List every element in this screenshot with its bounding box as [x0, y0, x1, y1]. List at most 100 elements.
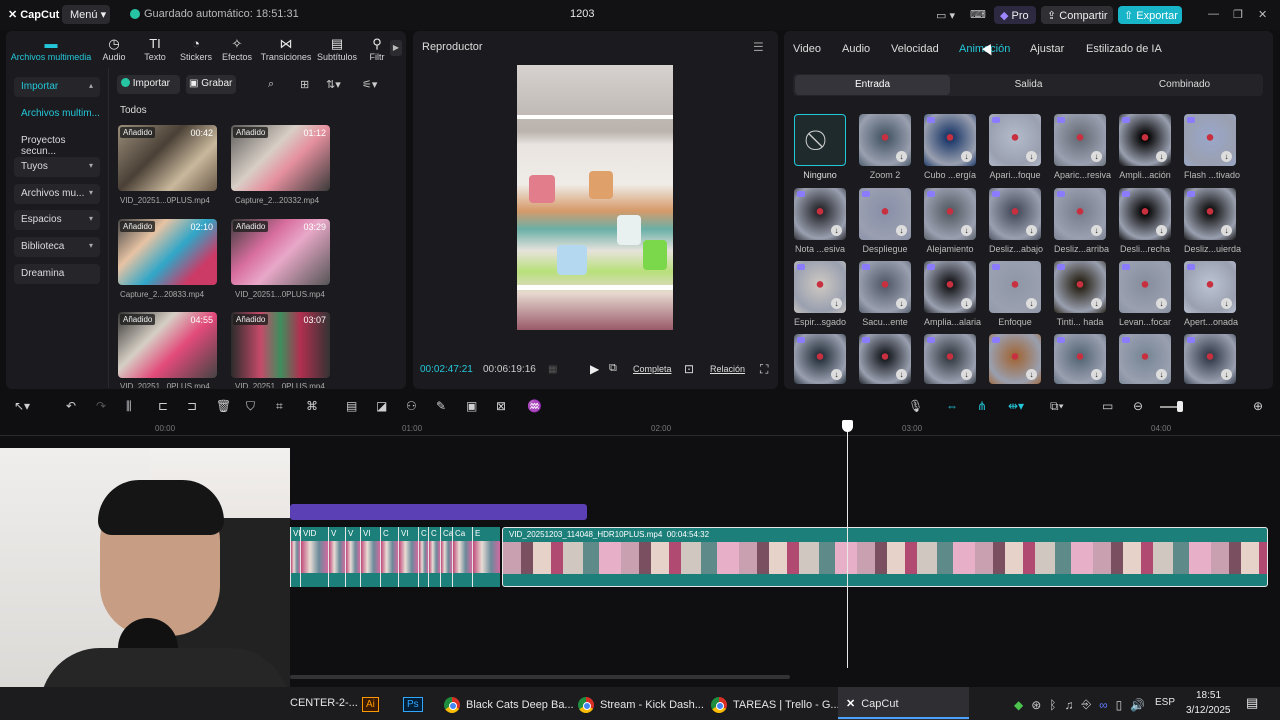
- sidebar-item-spaces[interactable]: Espacios ▾: [14, 210, 100, 230]
- redo-icon[interactable]: ↷: [96, 399, 106, 413]
- media-thumbnail-1[interactable]: Añadido 00:42: [118, 125, 217, 191]
- close-icon[interactable]: ✕: [1258, 8, 1267, 21]
- media-thumbnail-2[interactable]: Añadido 01:12: [231, 125, 330, 191]
- timecode-icon[interactable]: ▦: [548, 364, 557, 375]
- zoom-out-icon[interactable]: ⊖: [1133, 399, 1143, 413]
- animation-item[interactable]: ↓ Flash ...tivado: [1184, 114, 1240, 180]
- download-icon[interactable]: ↓: [831, 225, 842, 236]
- download-icon[interactable]: ↓: [831, 369, 842, 380]
- download-icon[interactable]: ↓: [1026, 151, 1037, 162]
- taskbar-item-photoshop[interactable]: Ps: [403, 697, 423, 712]
- layout-tool-icon[interactable]: ▤: [346, 399, 357, 413]
- complete-button[interactable]: Completa: [633, 364, 672, 374]
- tab-adjust[interactable]: Ajustar: [1030, 43, 1064, 55]
- tab-audio[interactable]: ◷ Audio: [92, 36, 136, 62]
- tab-subtitles[interactable]: ▤ Subtítulos: [315, 36, 359, 62]
- animation-item[interactable]: ↓: [924, 334, 976, 384]
- animation-item[interactable]: ↓ Nota ...esiva: [794, 188, 846, 254]
- zoom-slider-handle[interactable]: [1177, 401, 1183, 412]
- small-clip[interactable]: VI: [360, 527, 380, 587]
- media-thumbnail-5[interactable]: Añadido 04:55: [118, 312, 217, 378]
- download-icon[interactable]: ↓: [1156, 151, 1167, 162]
- subtab-combined[interactable]: Combinado: [1107, 75, 1262, 95]
- player-menu-icon[interactable]: ☰: [753, 40, 764, 54]
- download-icon[interactable]: ↓: [1091, 298, 1102, 309]
- menu-button[interactable]: Menú ▾: [62, 5, 110, 24]
- timeline-scrollbar[interactable]: [290, 675, 790, 679]
- download-icon[interactable]: ↓: [1026, 298, 1037, 309]
- filter-icon[interactable]: ⚟▾: [362, 78, 377, 91]
- animation-item[interactable]: ↓ Alejamiento: [924, 188, 976, 254]
- taskbar-item-chrome-1[interactable]: Black Cats Deep Ba...: [444, 697, 574, 713]
- download-icon[interactable]: ↓: [961, 151, 972, 162]
- animation-item[interactable]: ↓: [794, 334, 846, 384]
- restore-icon[interactable]: ❐: [1233, 8, 1243, 21]
- download-icon[interactable]: ↓: [1221, 151, 1232, 162]
- animation-item[interactable]: ↓: [1054, 334, 1106, 384]
- reframe-icon[interactable]: ⊠: [496, 399, 506, 413]
- animation-item[interactable]: ↓: [989, 334, 1041, 384]
- zoom-in-icon[interactable]: ⊕: [1253, 399, 1263, 413]
- taskbar-item-capcut[interactable]: ✕ CapCut: [846, 697, 899, 711]
- taskbar-item-center[interactable]: CENTER-2-...: [290, 697, 358, 709]
- tab-ai-style[interactable]: Estilizado de IA: [1086, 43, 1162, 55]
- small-clip[interactable]: Ca: [440, 527, 453, 587]
- tab-transitions[interactable]: ⋈ Transiciones: [260, 36, 312, 62]
- animation-item[interactable]: ↓: [859, 334, 911, 384]
- animation-item[interactable]: ↓: [1119, 334, 1171, 384]
- input-language[interactable]: ESP: [1155, 697, 1175, 708]
- sort-icon[interactable]: ⇅▾: [326, 78, 341, 91]
- animation-item[interactable]: ⃠ Ninguno: [794, 114, 846, 180]
- person-icon[interactable]: ⚇: [406, 399, 417, 413]
- sidebar-item-subprojects[interactable]: Proyectos secun...: [14, 131, 100, 157]
- small-clip[interactable]: C: [428, 527, 440, 587]
- download-icon[interactable]: ↓: [1221, 225, 1232, 236]
- taskbar-item-chrome-2[interactable]: Stream - Kick Dash...: [578, 697, 704, 713]
- download-icon[interactable]: ↓: [1026, 369, 1037, 380]
- export-button[interactable]: ⇧ Exportar: [1118, 6, 1182, 24]
- animation-item[interactable]: ↓ Amplia...alaria: [924, 261, 981, 327]
- notification-icon[interactable]: ▤: [1246, 695, 1258, 711]
- small-clip[interactable]: C: [380, 527, 398, 587]
- magnet-icon[interactable]: ⋔: [977, 399, 987, 413]
- animation-item[interactable]: ↓ Tinti... hada: [1054, 261, 1106, 327]
- download-icon[interactable]: ↓: [896, 369, 907, 380]
- microphone-icon[interactable]: 🎙: [908, 399, 923, 413]
- tab-audio-props[interactable]: Audio: [842, 43, 870, 55]
- tab-speed[interactable]: Velocidad: [891, 43, 939, 55]
- select-tool-icon[interactable]: ↖▾: [14, 399, 30, 413]
- download-icon[interactable]: ↓: [896, 225, 907, 236]
- tab-media[interactable]: ▬ Archivos multimedia: [10, 36, 92, 62]
- tab-effects[interactable]: ✧ Efectos: [215, 36, 259, 62]
- download-icon[interactable]: ↓: [1026, 225, 1037, 236]
- animation-item[interactable]: ↓: [1184, 334, 1236, 384]
- clock-date[interactable]: 3/12/2025: [1186, 705, 1231, 716]
- download-icon[interactable]: ↓: [1156, 225, 1167, 236]
- media-thumbnail-6[interactable]: Añadido 03:07: [231, 312, 330, 378]
- tabs-scroll-right[interactable]: ▶: [390, 40, 402, 56]
- download-icon[interactable]: ↓: [1221, 369, 1232, 380]
- caption-icon[interactable]: ▭: [1102, 399, 1113, 413]
- animation-item[interactable]: ↓ Cubo ...ergía: [924, 114, 976, 180]
- crop-tool-icon[interactable]: ⌗: [276, 399, 283, 414]
- animation-item[interactable]: ↓ Apari...foque: [989, 114, 1041, 180]
- undo-icon[interactable]: ↶: [66, 399, 76, 413]
- system-tray[interactable]: ◆ ⊛ ᛒ ♫ ⎆ ∞ ▯ 🔊: [1014, 697, 1145, 712]
- crop-icon[interactable]: ⧉: [609, 362, 617, 375]
- split-right-icon[interactable]: ⊐: [187, 399, 197, 413]
- subtab-in[interactable]: Entrada: [795, 75, 950, 95]
- small-clip[interactable]: V: [328, 527, 345, 587]
- download-icon[interactable]: ↓: [896, 298, 907, 309]
- animation-item[interactable]: ↓ Enfoque: [989, 261, 1041, 327]
- animation-item[interactable]: ↓ Espir...sgado: [794, 261, 846, 327]
- snap-icon[interactable]: ⇹▾: [1008, 399, 1024, 413]
- split-left-icon[interactable]: ⊏: [158, 399, 168, 413]
- download-icon[interactable]: ↓: [1221, 298, 1232, 309]
- subtab-out[interactable]: Salida: [951, 75, 1106, 95]
- animation-item[interactable]: ↓ Desliz...abajo: [989, 188, 1043, 254]
- sidebar-item-media[interactable]: Archivos multim...: [14, 104, 100, 124]
- tab-text[interactable]: TI Texto: [133, 36, 177, 62]
- video-preview[interactable]: [517, 65, 673, 330]
- animation-item[interactable]: ↓ Zoom 2: [859, 114, 911, 180]
- minimize-icon[interactable]: —: [1208, 8, 1219, 20]
